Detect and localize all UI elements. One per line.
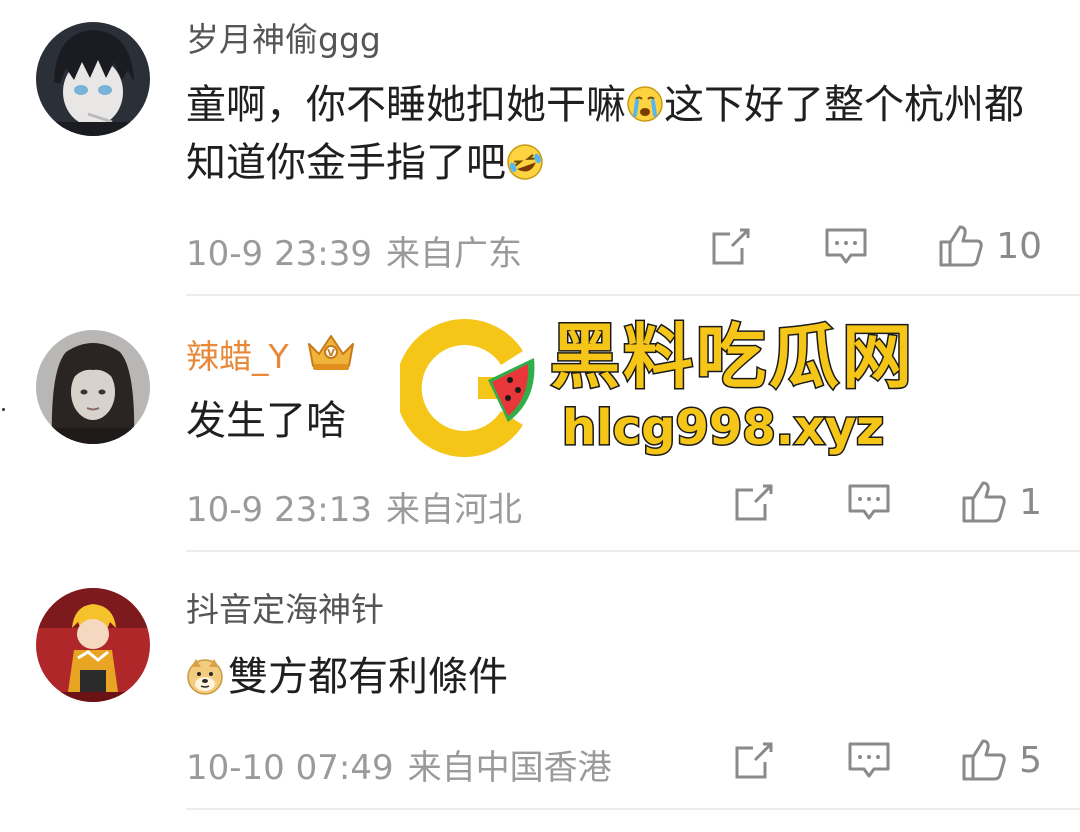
like-count: 1 (1019, 481, 1042, 523)
comment-text: 童啊，你不睡她扣她干嘛 这下好了整个杭州都知道你金手指了吧 (186, 76, 1056, 192)
comment-text-part: 童啊，你不睡她扣她干嘛 (186, 82, 626, 128)
comment-meta: 10-9 23:39 来自广东 (186, 226, 522, 275)
like-count: 5 (1019, 739, 1042, 781)
crying-emoji-icon (626, 85, 664, 123)
comment-icon (847, 740, 891, 780)
stray-dot (2, 408, 5, 411)
share-button[interactable] (710, 226, 752, 266)
comment-meta: 10-9 23:13 来自河北 (186, 482, 522, 531)
comment-text-part: 雙方都有利條件 (228, 654, 508, 700)
watermelon-c-logo-icon (395, 318, 540, 462)
comment-icon (824, 226, 868, 266)
comment-actions: 1 (733, 480, 1042, 524)
comment-feed: 岁月神偷ggg 童啊，你不睡她扣她干嘛 这下好了整个杭州都知道你金手指了吧 10-… (0, 0, 1080, 832)
reply-button[interactable] (847, 740, 891, 780)
comment-item: 岁月神偷ggg 童啊，你不睡她扣她干嘛 这下好了整个杭州都知道你金手指了吧 10-… (0, 0, 1080, 296)
username[interactable]: 抖音定海神针 (186, 590, 384, 630)
share-icon (710, 226, 752, 266)
divider (186, 808, 1080, 810)
doge-emoji-icon (186, 657, 224, 695)
comment-actions: 10 (710, 224, 1042, 268)
avatar[interactable] (36, 22, 150, 136)
reply-button[interactable] (847, 482, 891, 522)
laughing-tears-emoji-icon (506, 143, 544, 181)
location: 来自广东 (385, 234, 522, 274)
share-button[interactable] (733, 482, 775, 522)
thumbs-up-icon (938, 224, 984, 268)
timestamp: 10-9 23:39 (186, 234, 372, 274)
like-button[interactable]: 10 (938, 224, 1042, 268)
thumbs-up-icon (961, 480, 1007, 524)
like-count: 10 (996, 225, 1042, 267)
share-icon (733, 740, 775, 780)
comment-text-part: 发生了啥 (186, 398, 346, 444)
location: 来自中国香港 (407, 748, 612, 788)
comment-actions: 5 (733, 738, 1042, 782)
reply-button[interactable] (824, 226, 868, 266)
timestamp: 10-10 07:49 (186, 748, 394, 788)
location: 来自河北 (385, 490, 522, 530)
comment-icon (847, 482, 891, 522)
username-text: 辣蜡_Y (186, 337, 289, 376)
svg-text:V: V (327, 348, 335, 359)
like-button[interactable]: 1 (961, 480, 1042, 524)
timestamp: 10-9 23:13 (186, 490, 372, 530)
username[interactable]: 岁月神偷ggg (186, 20, 381, 60)
comment-item: 抖音定海神针 雙方都有利條件 10-10 07:49 来自中国香港 5 (0, 552, 1080, 832)
comment-meta: 10-10 07:49 来自中国香港 (186, 740, 612, 789)
username[interactable]: 辣蜡_Y V (186, 332, 357, 381)
share-button[interactable] (733, 740, 775, 780)
watermark: 黑料吃瓜网 hlcg998.xyz (395, 316, 920, 458)
comment-text: 雙方都有利條件 (186, 648, 1056, 706)
share-icon (733, 482, 775, 522)
watermark-url: hlcg998.xyz (560, 400, 885, 456)
watermark-title: 黑料吃瓜网 (549, 316, 915, 398)
thumbs-up-icon (961, 738, 1007, 782)
avatar[interactable] (36, 330, 150, 444)
like-button[interactable]: 5 (961, 738, 1042, 782)
avatar[interactable] (36, 588, 150, 702)
crown-vip-icon: V (305, 332, 357, 381)
